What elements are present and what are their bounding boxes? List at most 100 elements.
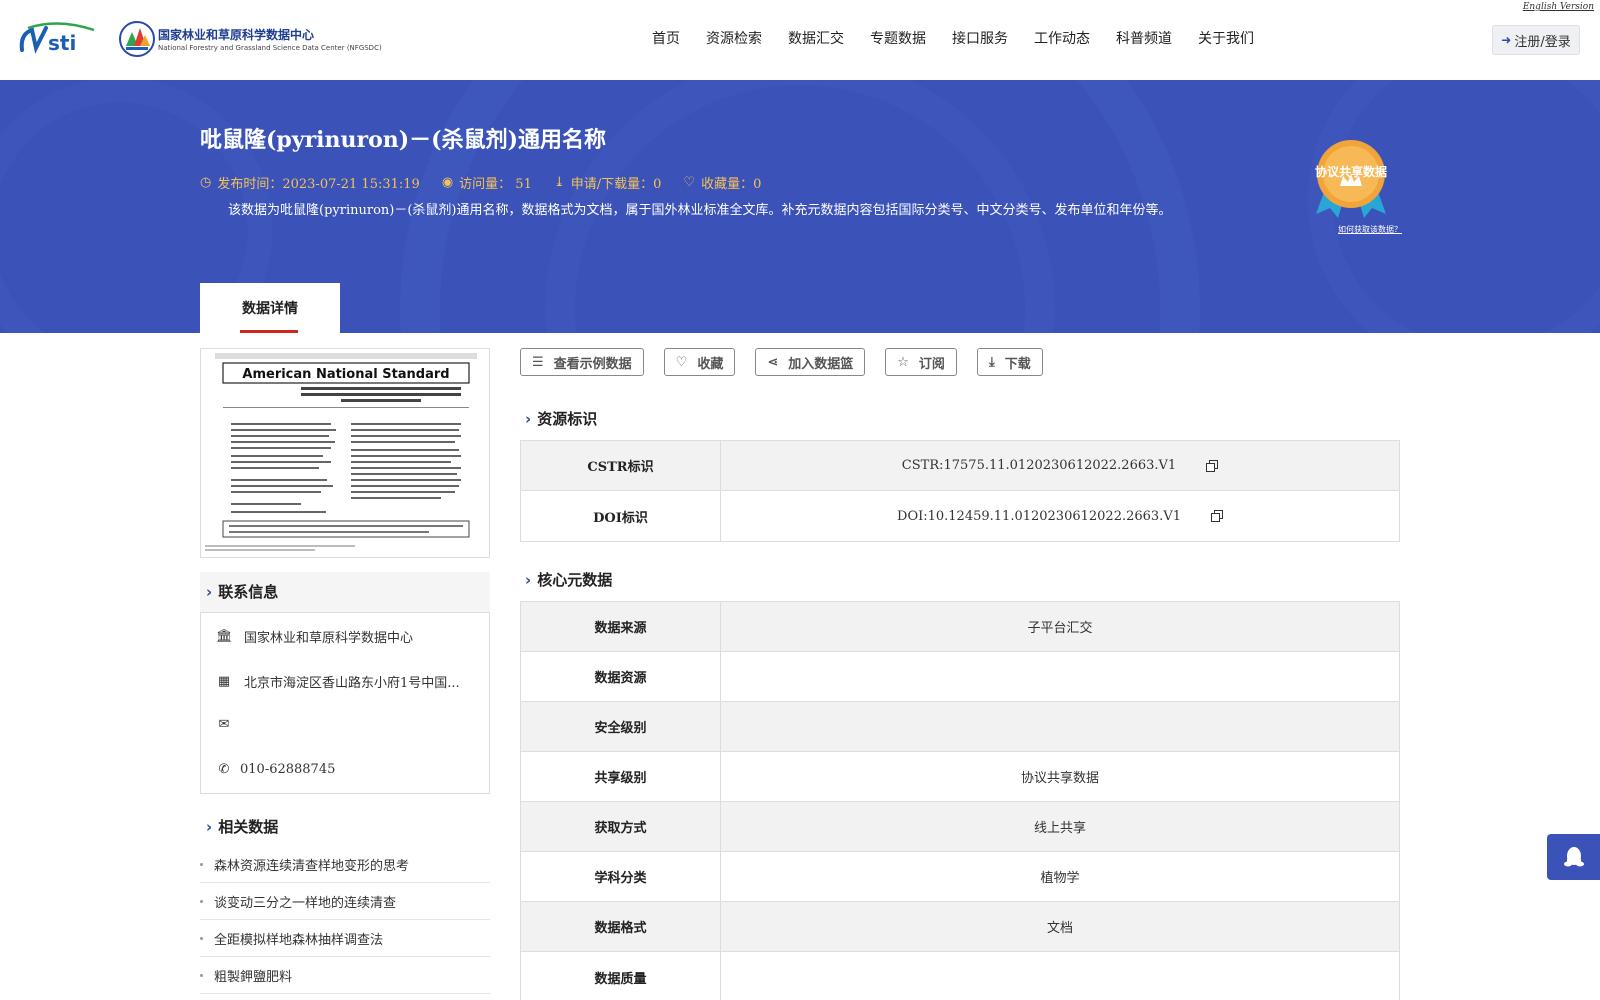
download-icon: ⤓: [553, 175, 565, 190]
related-data-title-text: 相关数据: [218, 818, 279, 836]
clock-icon: ◷: [200, 175, 212, 190]
login-button[interactable]: ➜ 注册/登录: [1492, 25, 1580, 55]
nav-thematic-data[interactable]: 专题数据: [870, 28, 926, 48]
download-icon: ⤓: [988, 354, 995, 370]
download-count-text: 申请/下载量：0: [570, 177, 662, 192]
document-thumbnail[interactable]: American National Standard: [200, 348, 490, 558]
nav-api-service[interactable]: 接口服务: [952, 28, 1008, 48]
table-row: CSTR标识 CSTR:17575.11.0120230612022.2663.…: [521, 441, 1399, 491]
table-key: 安全级别: [521, 702, 721, 751]
resource-id-title-text: 资源标识: [537, 410, 598, 428]
site-header: English Version sti 国家林业和草原科学数据中心 Nation…: [0, 0, 1600, 80]
view-sample-button[interactable]: ☰ 查看示例数据: [520, 348, 644, 376]
table-row: 数据质量: [521, 952, 1399, 1000]
copy-icon[interactable]: [1206, 459, 1219, 472]
phone-icon: ✆: [218, 762, 230, 777]
main-nav: 首页 资源检索 数据汇交 专题数据 接口服务 工作动态 科普频道 关于我们: [652, 28, 1280, 48]
nav-resource-search[interactable]: 资源检索: [706, 28, 762, 48]
doi-value: DOI:10.12459.11.0120230612022.2663.V1: [897, 508, 1181, 524]
institution-icon: 🏛: [216, 629, 233, 644]
thumb-doc-title: American National Standard: [242, 367, 449, 382]
qq-chat-button[interactable]: [1547, 834, 1600, 880]
table-value: [721, 652, 1399, 701]
related-data-title: › 相关数据: [206, 816, 278, 837]
table-key: 数据资源: [521, 652, 721, 701]
table-row: 获取方式 线上共享: [521, 802, 1399, 852]
nav-data-submission[interactable]: 数据汇交: [788, 28, 844, 48]
related-data-item[interactable]: 全距模拟样地森林抽样调查法: [200, 920, 490, 957]
nav-home[interactable]: 首页: [652, 28, 680, 48]
heart-icon: ♡: [683, 175, 696, 190]
contact-address-text: 北京市海淀区香山路东小府1号中国...: [244, 676, 460, 691]
add-to-basket-button[interactable]: ⋖ 加入数据篮: [755, 348, 866, 376]
nav-about-us[interactable]: 关于我们: [1198, 28, 1254, 48]
data-stats: ◷ 发布时间：2023-07-21 15:31:19 ◉ 访问量： 51 ⤓ 申…: [200, 173, 783, 192]
nav-work-news[interactable]: 工作动态: [1034, 28, 1090, 48]
related-data-list: 森林资源连续清查样地变形的思考 谈变动三分之一样地的连续清查 全距模拟样地森林抽…: [200, 846, 490, 994]
table-row: 学科分类 植物学: [521, 852, 1399, 902]
favorite-label: 收藏: [697, 356, 724, 372]
data-description: 该数据为吡鼠隆(pyrinuron)－(杀鼠剂)通用名称，数据格式为文档，属于国…: [228, 203, 1172, 218]
table-value: [721, 702, 1399, 751]
table-row: 数据格式 文档: [521, 902, 1399, 952]
share-icon: ⋖: [767, 354, 779, 370]
chevron-right-icon: ›: [525, 409, 532, 428]
contact-info-box: 🏛 国家林业和草原科学数据中心 ▦ 北京市海淀区香山路东小府1号中国... ✉ …: [200, 612, 490, 794]
star-icon: ☆: [897, 354, 909, 370]
table-key: 获取方式: [521, 802, 721, 851]
document-preview-image: American National Standard: [201, 349, 489, 557]
chevron-right-icon: ›: [206, 817, 213, 836]
login-label: 注册/登录: [1514, 34, 1571, 50]
table-value: [721, 952, 1399, 1000]
publish-time-text: 发布时间：2023-07-21 15:31:19: [217, 177, 420, 192]
publish-time: ◷ 发布时间：2023-07-21 15:31:19: [200, 173, 420, 192]
download-label: 下载: [1004, 356, 1031, 372]
badge-label: 协议共享数据: [1314, 165, 1387, 179]
add-to-basket-label: 加入数据篮: [788, 356, 854, 372]
view-sample-label: 查看示例数据: [553, 356, 632, 372]
subscribe-label: 订阅: [918, 356, 945, 372]
penguin-icon: [1563, 847, 1584, 867]
english-version-link[interactable]: English Version: [1523, 2, 1594, 12]
chevron-right-icon: ›: [525, 570, 532, 589]
database-icon: ☰: [532, 354, 544, 370]
center-name: 国家林业和草原科学数据中心: [158, 28, 315, 42]
table-value: 植物学: [1040, 871, 1080, 886]
how-to-get-data-link[interactable]: 如何获取该数据？: [1338, 224, 1402, 235]
table-key: 学科分类: [521, 852, 721, 901]
subscribe-button[interactable]: ☆ 订阅: [885, 348, 957, 376]
table-key: CSTR标识: [521, 441, 721, 490]
table-value: 文档: [1046, 921, 1073, 936]
table-row: 共享级别 协议共享数据: [521, 752, 1399, 802]
center-name-english: National Forestry and Grassland Science …: [158, 44, 382, 52]
contact-address: ▦ 北京市海淀区香山路东小府1号中国...: [216, 672, 460, 691]
table-value: DOI:10.12459.11.0120230612022.2663.V1: [721, 491, 1399, 541]
contact-org: 🏛 国家林业和草原科学数据中心: [216, 627, 413, 646]
map-icon: ▦: [217, 674, 231, 689]
favorite-button[interactable]: ♡ 收藏: [663, 348, 736, 376]
core-metadata-title-text: 核心元数据: [537, 571, 613, 589]
related-data-item[interactable]: 粗製鉀鹽肥料: [200, 957, 490, 994]
table-key: 数据格式: [521, 902, 721, 951]
download-button[interactable]: ⤓ 下载: [976, 348, 1043, 376]
download-count: ⤓ 申请/下载量：0: [554, 173, 662, 192]
table-row: 数据来源 子平台汇交: [521, 602, 1399, 652]
resource-id-title: › 资源标识: [525, 408, 597, 429]
table-value: 协议共享数据: [1020, 771, 1099, 786]
table-row: 数据资源: [521, 652, 1399, 702]
core-metadata-table: 数据来源 子平台汇交 数据资源 安全级别 共享级别 协议共享数据 获取方式 线上…: [520, 601, 1400, 1000]
visit-count-text: 访问量： 51: [459, 177, 532, 192]
related-data-item[interactable]: 谈变动三分之一样地的连续清查: [200, 883, 490, 920]
nfgsdc-logo[interactable]: [118, 20, 156, 58]
contact-phone: ✆ 010-62888745: [216, 762, 336, 777]
copy-icon[interactable]: [1210, 510, 1223, 522]
table-value: CSTR:17575.11.0120230612022.2663.V1: [721, 441, 1399, 490]
related-data-item[interactable]: 森林资源连续清查样地变形的思考: [200, 846, 490, 883]
table-key: DOI标识: [521, 491, 721, 541]
tab-data-detail[interactable]: 数据详情: [200, 283, 340, 333]
nsti-logo[interactable]: sti: [18, 20, 98, 56]
cstr-value: CSTR:17575.11.0120230612022.2663.V1: [901, 458, 1177, 473]
nav-science-channel[interactable]: 科普频道: [1116, 28, 1172, 48]
contact-phone-text: 010-62888745: [240, 762, 336, 777]
table-value: 线上共享: [1033, 821, 1086, 836]
